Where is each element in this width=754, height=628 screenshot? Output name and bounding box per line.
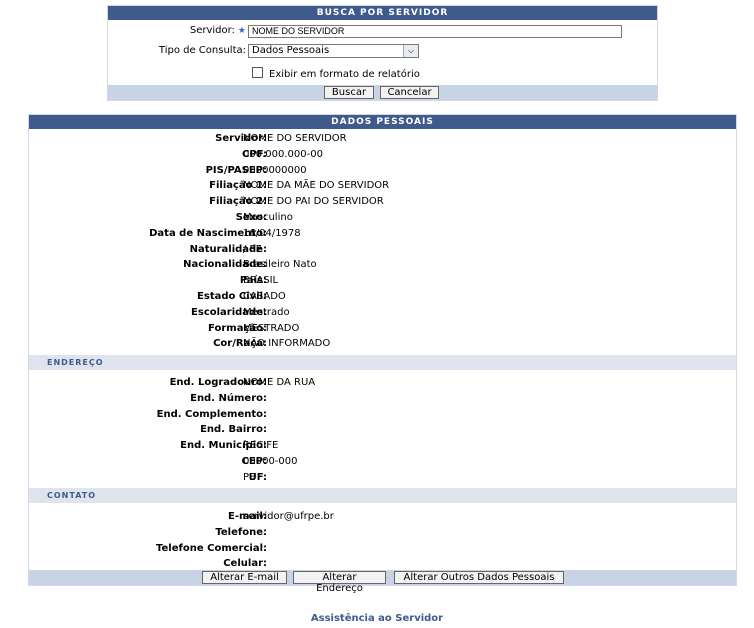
field-row: PIS/PASEP: 0000000000 [29,163,738,179]
field-row: End. Complemento: [29,407,738,423]
field-value: BRASIL [243,275,279,287]
field-value: Masculino [243,212,293,223]
field-row: Escolaridade: Mestrado [29,305,738,321]
field-row: CPF: 000.000.000-00 [29,147,738,163]
dados-button-bar: Alterar E-mail Alterar Endereço Alterar … [29,570,736,594]
tipo-consulta-label: Tipo de Consulta: [158,45,246,56]
servidor-label: Servidor: [189,25,235,36]
buscar-button[interactable]: Buscar [324,86,374,99]
field-row: End. Município: RECIFE [29,438,738,454]
field-value: NOME DA RUA [243,377,316,388]
alterar-email-button[interactable]: Alterar E-mail [202,571,287,584]
field-row: Filiação 2: NOME DO PAI DO SERVIDOR [29,194,738,210]
alterar-outros-dados-button[interactable]: Alterar Outros Dados Pessoais [394,571,564,584]
field-value: NOME DO PAI DO SERVIDOR [243,196,384,208]
field-row: UF: PE [29,470,738,486]
field-row: Filiação 1: NOME DA MÃE DO SERVIDOR [29,178,738,194]
endereco-section-title: Endereço [29,355,736,370]
relatorio-checkbox[interactable] [252,67,263,78]
field-row: Data de Nascimento: 16/04/1978 [29,226,738,242]
search-form-title: Busca por Servidor [108,6,657,20]
field-value: Mestrado [243,306,290,318]
field-row: Naturalidade: / PE [29,242,738,258]
field-row: Estado Civil: CASADO [29,289,738,305]
relatorio-label: Exibir em formato de relatório [269,69,420,80]
field-row: End. Logradouro: NOME DA RUA [29,375,738,391]
field-value: servidor@ufrpe.br [243,511,334,522]
field-row: CEP: 00000-000 [29,454,738,470]
dados-pessoais-panel: Dados Pessoais Servidor: NOME DO SERVIDOR… [28,114,738,594]
chevron-down-icon[interactable]: ⌵ [403,45,418,57]
field-row: Nacionalidade: Brasileiro Nato [29,257,738,273]
field-row: Telefone Comercial: [29,541,738,557]
field-label: Telefone Comercial: [156,542,267,554]
field-value: NOME DA MÃE DO SERVIDOR [243,180,390,192]
field-row: País: BRASIL [29,273,738,289]
field-value: NOME DO SERVIDOR [243,133,347,144]
field-label: End. Complemento: [156,408,267,420]
field-row: End. Bairro: [29,422,738,438]
field-value: Brasileiro Nato [243,259,317,271]
assistencia-servidor-link[interactable]: Assistência ao Servidor [0,613,754,624]
tipo-consulta-value: Dados Pessoais [252,45,330,56]
required-icon: ★ [237,26,246,36]
field-label: Telefone: [215,526,267,538]
field-value: 00000-000 [243,456,298,467]
field-value: 16/04/1978 [243,227,301,239]
field-value: RECIFE [243,440,279,452]
field-row: Cor/Raça: NÃO INFORMADO [29,336,738,352]
servidor-row: Servidor: ★ [108,25,246,36]
servidor-input[interactable]: NOME DO SERVIDOR [248,25,622,38]
field-row: Sexo: Masculino [29,210,738,226]
field-row: Telefone: [29,525,738,541]
field-row: Formação: MESTRADO [29,321,738,337]
cancelar-button[interactable]: Cancelar [380,86,439,99]
tipo-consulta-select[interactable]: Dados Pessoais ⌵ [248,44,419,58]
field-value: PE [243,471,256,483]
field-label: End. Número: [190,392,267,404]
dados-pessoais-title: Dados Pessoais [29,115,736,129]
field-row: E-mail: servidor@ufrpe.br [29,509,738,525]
field-label: End. Bairro: [200,424,267,436]
field-value: CASADO [243,291,286,302]
search-form: Busca por Servidor Servidor: ★ NOME DO SE… [107,5,658,101]
field-row: End. Número: [29,391,738,407]
contato-section-title: Contato [29,488,736,503]
alterar-endereco-button[interactable]: Alterar Endereço [293,571,386,594]
field-value: 000.000.000-00 [243,148,323,160]
field-row: Servidor: NOME DO SERVIDOR [29,131,738,147]
field-value: 0000000000 [243,164,307,176]
field-value: MESTRADO [243,322,300,334]
field-value: / PE [243,243,262,255]
search-button-bar: Buscar Cancelar [108,85,657,100]
field-value: NÃO INFORMADO [243,338,331,350]
